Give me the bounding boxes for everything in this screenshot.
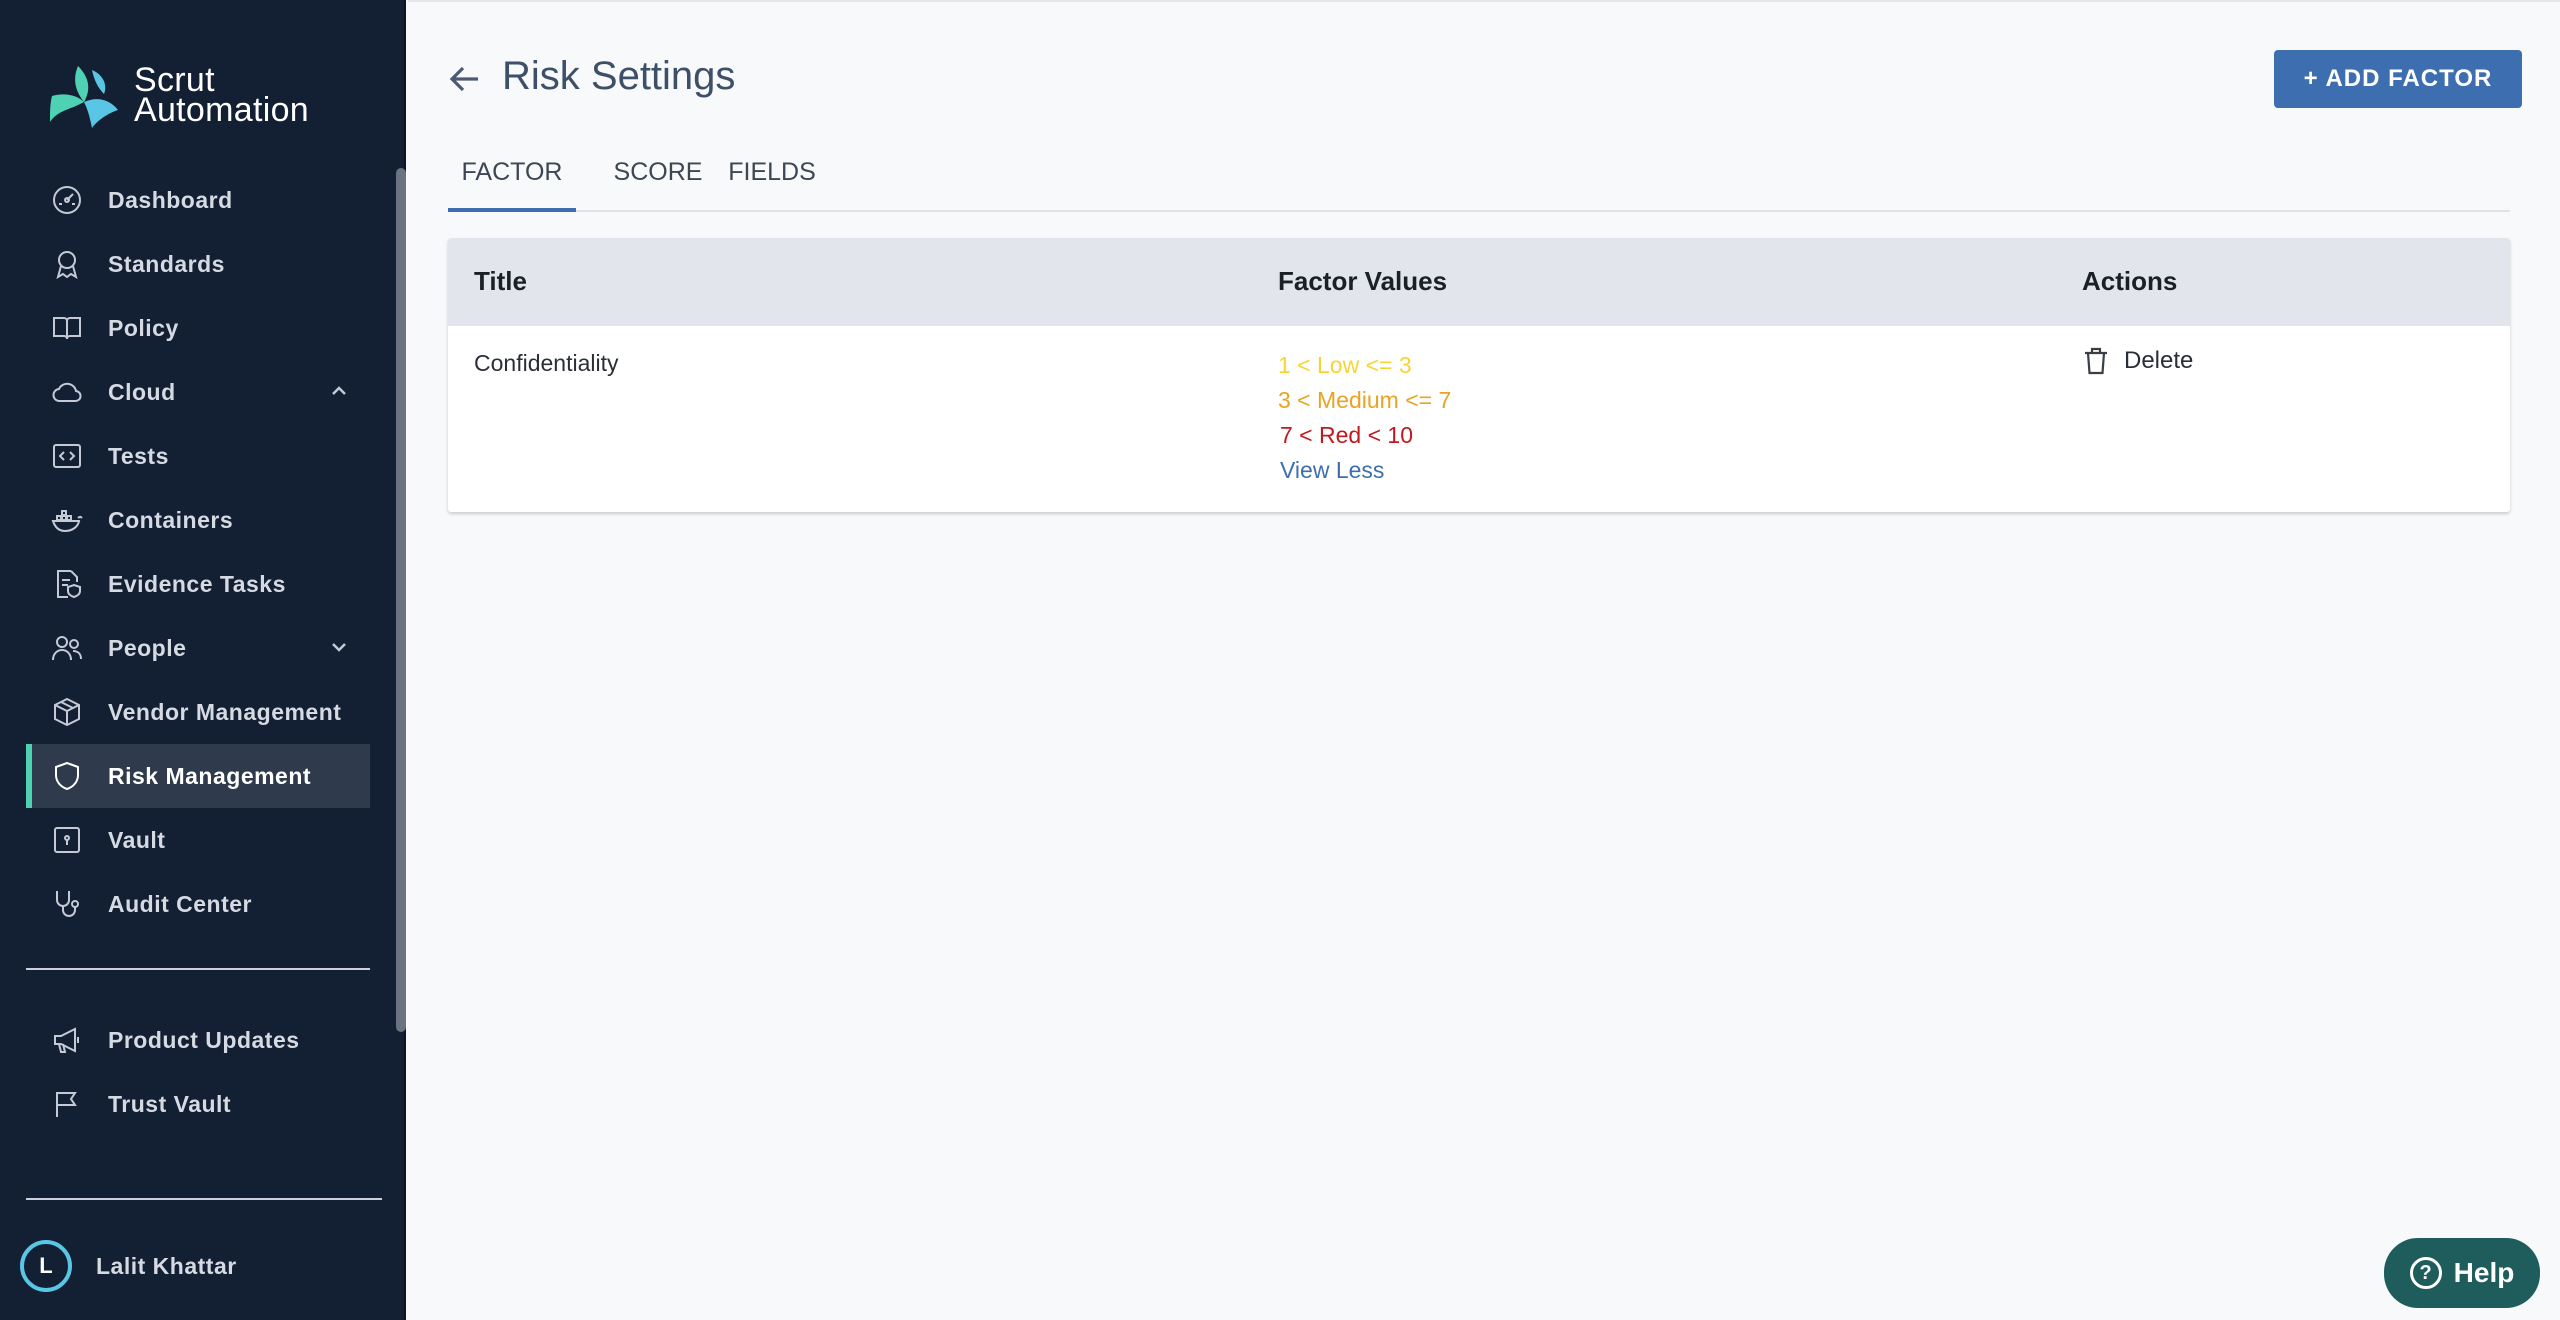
- help-label: Help: [2453, 1257, 2515, 1288]
- sidebar-item-label: Product Updates: [108, 1026, 300, 1053]
- tab-fields[interactable]: FIELDS: [720, 158, 824, 212]
- brand-line2: Automation: [134, 91, 309, 129]
- sidebar-item-vendor-management[interactable]: Vendor Management: [26, 680, 370, 744]
- user-name: Lalit Khattar: [96, 1252, 237, 1279]
- sidebar-item-dashboard[interactable]: Dashboard: [26, 168, 370, 232]
- delete-label: Delete: [2124, 347, 2194, 374]
- sidebar: Scrut Automation Dashboard Standards Pol…: [0, 0, 406, 1320]
- package-box-icon: [50, 695, 84, 729]
- sidebar-item-people[interactable]: People: [26, 616, 370, 680]
- brand-logo[interactable]: Scrut Automation: [48, 62, 309, 128]
- chevron-down-icon[interactable]: [328, 636, 350, 658]
- code-window-icon: [50, 439, 84, 473]
- shield-icon: [50, 759, 84, 793]
- page-title: Risk Settings: [502, 54, 736, 98]
- open-book-icon: [50, 311, 84, 345]
- vault-lock-icon: [50, 823, 84, 857]
- sidebar-item-risk-management[interactable]: Risk Management: [26, 744, 370, 808]
- flag-icon: [50, 1087, 84, 1121]
- tab-score[interactable]: SCORE: [608, 158, 708, 212]
- megaphone-icon: [50, 1023, 84, 1057]
- sidebar-item-label: Audit Center: [108, 890, 252, 917]
- tab-factor[interactable]: FACTOR: [448, 158, 576, 212]
- sidebar-item-trust-vault[interactable]: Trust Vault: [26, 1072, 370, 1136]
- sidebar-nav: Dashboard Standards Policy Cloud Tests C…: [26, 168, 370, 936]
- sidebar-item-label: Vault: [108, 826, 166, 853]
- view-less-link[interactable]: View Less: [1278, 453, 1451, 488]
- sidebar-item-label: Tests: [108, 442, 169, 469]
- stethoscope-icon: [50, 887, 84, 921]
- avatar[interactable]: L: [20, 1240, 72, 1292]
- question-icon: ?: [2409, 1257, 2442, 1289]
- column-header-title: Title: [474, 266, 527, 296]
- sidebar-item-label: Evidence Tasks: [108, 570, 286, 597]
- add-factor-button[interactable]: + ADD FACTOR: [2274, 50, 2522, 108]
- column-header-actions: Actions: [2082, 266, 2178, 296]
- tab-bar: FACTOR SCORE FIELDS: [448, 146, 2510, 212]
- factor-value-low: 1 < Low <= 3: [1278, 352, 1412, 378]
- delete-button[interactable]: Delete: [2082, 346, 2193, 376]
- factor-value-red: 7 < Red < 10: [1280, 422, 1413, 448]
- brand-name: Scrut Automation: [134, 63, 309, 129]
- sidebar-item-label: Dashboard: [108, 186, 233, 213]
- scrut-logo-icon: [50, 66, 118, 128]
- sidebar-item-label: Vendor Management: [108, 698, 342, 725]
- column-header-factor-values: Factor Values: [1278, 266, 1448, 296]
- factor-value-medium: 3 < Medium <= 7: [1278, 387, 1452, 413]
- sidebar-item-policy[interactable]: Policy: [26, 296, 370, 360]
- back-arrow-icon[interactable]: [448, 62, 482, 96]
- document-shield-icon: [50, 567, 84, 601]
- sidebar-divider: [26, 1198, 382, 1200]
- sidebar-item-tests[interactable]: Tests: [26, 424, 370, 488]
- sidebar-item-standards[interactable]: Standards: [26, 232, 370, 296]
- table-header: Title Factor Values Actions: [448, 238, 2510, 326]
- sidebar-item-label: Cloud: [108, 378, 176, 405]
- main-content: Risk Settings + ADD FACTOR FACTOR SCORE …: [408, 0, 2560, 1320]
- sidebar-item-audit-center[interactable]: Audit Center: [26, 872, 370, 936]
- sidebar-item-label: Policy: [108, 314, 179, 341]
- sidebar-item-evidence-tasks[interactable]: Evidence Tasks: [26, 552, 370, 616]
- sidebar-item-containers[interactable]: Containers: [26, 488, 370, 552]
- dashboard-gauge-icon: [50, 183, 84, 217]
- trash-icon: [2085, 347, 2107, 375]
- cloud-icon: [50, 375, 84, 409]
- award-ribbon-icon: [50, 247, 84, 281]
- sidebar-scrollbar[interactable]: [396, 168, 406, 1032]
- sidebar-item-product-updates[interactable]: Product Updates: [26, 1008, 370, 1072]
- chevron-up-icon[interactable]: [328, 380, 350, 402]
- user-profile[interactable]: L Lalit Khattar: [20, 1240, 237, 1292]
- sidebar-item-cloud[interactable]: Cloud: [26, 360, 370, 424]
- factor-values: 1 < Low <= 3 3 < Medium <= 7 7 < Red < 1…: [1278, 348, 1451, 488]
- sidebar-item-vault[interactable]: Vault: [26, 808, 370, 872]
- sidebar-divider: [26, 968, 370, 970]
- sidebar-secondary-nav: Product Updates Trust Vault: [26, 1008, 370, 1136]
- sidebar-item-label: Standards: [108, 250, 225, 277]
- sidebar-item-label: People: [108, 634, 187, 661]
- help-button[interactable]: ? Help: [2384, 1238, 2540, 1308]
- factor-title: Confidentiality: [474, 350, 619, 376]
- sidebar-item-label: Containers: [108, 506, 234, 533]
- sidebar-item-label: Risk Management: [108, 762, 312, 789]
- docker-whale-icon: [50, 503, 84, 537]
- factor-table: Title Factor Values Actions Confidential…: [448, 238, 2510, 512]
- people-icon: [50, 631, 84, 665]
- sidebar-item-label: Trust Vault: [108, 1090, 232, 1117]
